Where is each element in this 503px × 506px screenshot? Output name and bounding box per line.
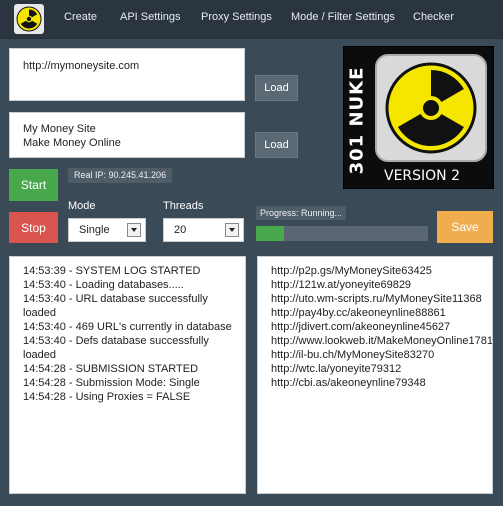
log-line: loaded xyxy=(23,307,57,319)
result-url[interactable]: http://uto.wm-scripts.ru/MyMoneySite1136… xyxy=(271,292,482,306)
log-line: 14:53:40 - 469 URL's currently in databa… xyxy=(23,321,232,333)
log-line: 14:53:40 - Defs database successfully xyxy=(23,335,209,347)
progress-bar-fill xyxy=(256,226,284,241)
result-url[interactable]: http://www.lookweb.it/MakeMoneyOnline178… xyxy=(271,334,492,348)
log-line: 14:54:28 - SUBMISSION STARTED xyxy=(23,363,199,375)
menu-proxy-settings[interactable]: Proxy Settings xyxy=(201,11,272,23)
results-list[interactable]: http://p2p.gs/MyMoneySite63425 http://121… xyxy=(257,256,493,494)
threads-select[interactable]: 20 xyxy=(163,218,244,242)
menu-mode-filter-settings[interactable]: Mode / Filter Settings xyxy=(291,11,395,23)
result-url[interactable]: http://121w.at/yoneyite69829 xyxy=(271,278,479,292)
log-line: loaded xyxy=(23,349,57,361)
keywords-input[interactable]: My Money Site Make Money Online xyxy=(9,112,245,158)
result-url[interactable]: http://p2p.gs/MyMoneySite63425 xyxy=(271,264,479,278)
brand-version: VERSION 2 xyxy=(384,168,461,184)
threads-label: Threads xyxy=(163,200,204,212)
app-logo[interactable] xyxy=(14,4,44,34)
mode-value: Single xyxy=(79,224,110,236)
radiation-icon xyxy=(16,6,42,32)
chevron-down-icon xyxy=(127,223,141,237)
start-button[interactable]: Start xyxy=(9,169,58,201)
system-log[interactable]: 14:53:39 - SYSTEM LOG STARTED 14:53:40 - … xyxy=(9,256,246,494)
result-url[interactable]: http://cbi.as/akeoneynline79348 xyxy=(271,376,479,390)
brand-logo: 301 NUKE VERSION 2 xyxy=(343,46,494,189)
keyword-line: My Money Site xyxy=(23,123,96,135)
progress-label: Progress: Running... xyxy=(256,206,347,220)
log-line: 14:54:28 - Using Proxies = FALSE xyxy=(23,391,191,403)
log-line: 14:53:40 - Loading databases..... xyxy=(23,279,184,291)
log-line: 14:54:28 - Submission Mode: Single xyxy=(23,377,200,389)
keyword-line: Make Money Online xyxy=(23,137,121,149)
load-keywords-button[interactable]: Load xyxy=(255,132,298,158)
menu-checker[interactable]: Checker xyxy=(413,11,454,23)
brand-title: 301 NUKE xyxy=(346,66,368,174)
real-ip-label: Real IP: 90.245.41.206 xyxy=(68,168,173,183)
log-line: 14:53:40 - URL database successfully xyxy=(23,293,208,305)
stop-button[interactable]: Stop xyxy=(9,212,58,243)
progress-bar xyxy=(256,226,428,241)
chevron-down-icon xyxy=(225,223,239,237)
menu-api-settings[interactable]: API Settings xyxy=(120,11,181,23)
mode-select[interactable]: Single xyxy=(68,218,146,242)
log-line: 14:53:39 - SYSTEM LOG STARTED xyxy=(23,265,201,277)
radiation-icon xyxy=(375,54,487,162)
url-input-value: http://mymoneysite.com xyxy=(23,60,140,72)
result-url[interactable]: http://jdivert.com/akeoneynline45627 xyxy=(271,320,479,334)
url-input[interactable]: http://mymoneysite.com xyxy=(9,48,245,101)
mode-label: Mode xyxy=(68,200,96,212)
top-menu-bar: Create API Settings Proxy Settings Mode … xyxy=(0,0,503,39)
result-url[interactable]: http://wtc.la/yoneyite79312 xyxy=(271,362,479,376)
save-button[interactable]: Save xyxy=(437,211,493,243)
threads-value: 20 xyxy=(174,224,187,236)
result-url[interactable]: http://il-bu.ch/MyMoneySite83270 xyxy=(271,348,479,362)
load-url-button[interactable]: Load xyxy=(255,75,298,101)
result-url[interactable]: http://pay4by.cc/akeoneynline88861 xyxy=(271,306,479,320)
menu-create[interactable]: Create xyxy=(64,11,97,23)
